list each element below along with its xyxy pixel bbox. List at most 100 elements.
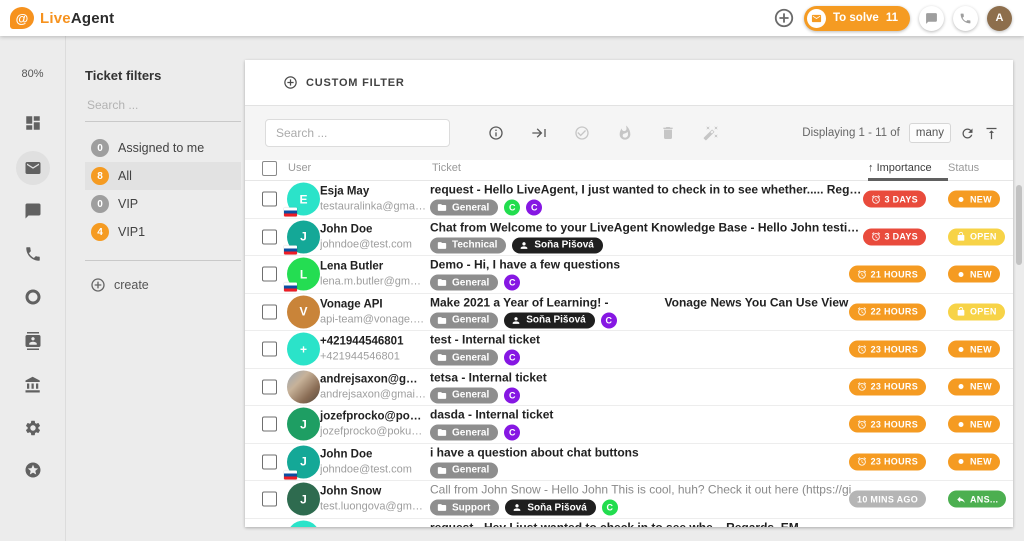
slovakia-flag-icon [284,283,297,292]
row-checkbox[interactable] [262,304,277,319]
user-cell: Esja May testauralinka@gmail.c... [320,185,426,214]
table-row[interactable]: andrejsaxon@gmail.c... andrejsaxon@gmail… [245,369,1013,407]
sidebar-item-ring[interactable] [0,288,65,306]
sort-arrow-icon: ↑ [868,162,874,174]
table-row[interactable]: J John Doe johndoe@test.com i have a que… [245,444,1013,482]
sidebar-item-bank[interactable] [0,376,65,394]
row-checkbox[interactable] [262,379,277,394]
ticket-tags: GeneralC [430,425,865,441]
user-name: Esja May [320,185,426,200]
user-email: lena.m.butler@gmail.... [320,275,426,289]
user-name: +421944546801 [320,335,426,350]
importance-badge: 10 MINS AGO [849,491,926,508]
ticket-search-input[interactable] [265,119,450,147]
sidebar-item-gear[interactable] [0,419,65,437]
avatar: J [287,220,320,253]
filter-item-all[interactable]: 8 All [85,162,241,190]
row-checkbox[interactable] [262,492,277,507]
user-cell: Lena Butler lena.m.butler@gmail.... [320,260,426,289]
sidebar-item-mail[interactable] [0,159,65,177]
table-row[interactable]: J John Snow test.luongova@gmail.... Call… [245,481,1013,519]
table-row[interactable]: + +421944546801 +421944546801 test - Int… [245,331,1013,369]
sidebar-item-phone[interactable] [0,245,65,263]
scrollbar-thumb[interactable] [1016,185,1022,265]
merge-icon[interactable] [703,125,719,141]
row-checkbox[interactable] [262,229,277,244]
department-tag: General [430,350,498,366]
create-filter-button[interactable]: create [85,277,241,293]
avatar-initial: J [300,417,307,431]
column-header-status[interactable]: Status [948,162,979,174]
reply-icon [956,494,966,504]
folder-icon [437,315,447,325]
ticket-tags: General [430,462,865,478]
user-cell: +421944546801 +421944546801 [320,335,426,364]
row-checkbox[interactable] [262,454,277,469]
user-cell: John Doe johndoe@test.com [320,222,426,251]
plus-circle-icon [283,75,298,90]
collapse-to-top-icon[interactable] [984,126,999,141]
row-checkbox[interactable] [262,267,277,282]
filter-item-vip1[interactable]: 4 VIP1 [85,218,241,246]
spam-icon[interactable] [617,125,633,141]
ticket-tags: TechnicalSoňa Pišová [430,237,865,253]
filter-count-badge: 0 [91,195,109,213]
owner-tag: Soňa Pišová [512,237,602,253]
agent-avatar[interactable]: A [987,6,1012,31]
row-checkbox[interactable] [262,417,277,432]
ticket-list: E Esja May testauralinka@gmail.c... requ… [245,181,1013,527]
filters-search [85,96,241,122]
alarm-icon [871,232,881,242]
calls-button[interactable] [953,6,978,31]
table-row[interactable]: V Vonage API api-team@vonage.com Make 20… [245,294,1013,332]
sidebar-item-chat[interactable] [0,202,65,220]
page-size-box[interactable]: many [909,123,951,143]
status-badge: NEW [948,453,1000,470]
chats-button[interactable] [919,6,944,31]
sidebar-item-contacts[interactable] [0,332,65,350]
importance-badge: 22 HOURS [849,303,926,320]
dot-icon [956,457,966,467]
avatar-initial: E [299,192,307,206]
avatar [287,370,320,403]
custom-filter-button[interactable]: CUSTOM FILTER [245,60,1013,105]
table-row[interactable]: J John Doe johndoe@test.com Chat from We… [245,219,1013,257]
sidebar-item-star[interactable] [0,461,65,479]
row-checkbox[interactable] [262,192,277,207]
owner-tag: Soňa Pišová [505,500,595,516]
filter-label: VIP1 [118,225,145,239]
department-tag: General [430,275,498,291]
person-icon [512,503,522,513]
phone-icon [24,245,42,263]
user-name: jozefprocko@pokusa.... [320,410,426,425]
filter-count-badge: 4 [91,223,109,241]
avatar: V [287,295,320,328]
delete-icon[interactable] [660,125,676,141]
table-row[interactable]: J jozefprocko@pokusa.... jozefprocko@pok… [245,406,1013,444]
info-icon[interactable] [488,125,504,141]
contact-tag: C [504,275,520,291]
divider [85,260,241,261]
table-row[interactable]: L Lena Butler lena.m.butler@gmail.... De… [245,256,1013,294]
refresh-icon[interactable] [960,126,975,141]
table-row[interactable]: E Esja May request - Hey I just wanted t… [245,519,1013,528]
forward-icon[interactable] [531,125,547,141]
filters-title: Ticket filters [85,68,241,83]
resolve-icon[interactable] [574,125,590,141]
select-all-checkbox[interactable] [262,161,277,176]
filter-item-vip[interactable]: 0 VIP [85,190,241,218]
column-header-importance[interactable]: ↑ Importance [868,162,932,174]
user-cell: Vonage API api-team@vonage.com [320,297,426,326]
add-new-button[interactable] [773,7,795,29]
avatar-initial: V [299,305,307,319]
row-checkbox[interactable] [262,342,277,357]
filter-item-assigned-to-me[interactable]: 0 Assigned to me [85,134,241,162]
importance-badge: 3 DAYS [863,228,927,245]
to-solve-button[interactable]: To solve 11 [804,6,910,31]
department-tag: Support [430,500,499,516]
sidebar-item-dashboard[interactable] [0,114,65,132]
filters-search-input[interactable] [85,97,245,113]
table-row[interactable]: E Esja May testauralinka@gmail.c... requ… [245,181,1013,219]
ticket-cell: Demo - Hi, I have a few questions Genera… [430,258,865,291]
status-badge: ANS... [948,491,1006,508]
